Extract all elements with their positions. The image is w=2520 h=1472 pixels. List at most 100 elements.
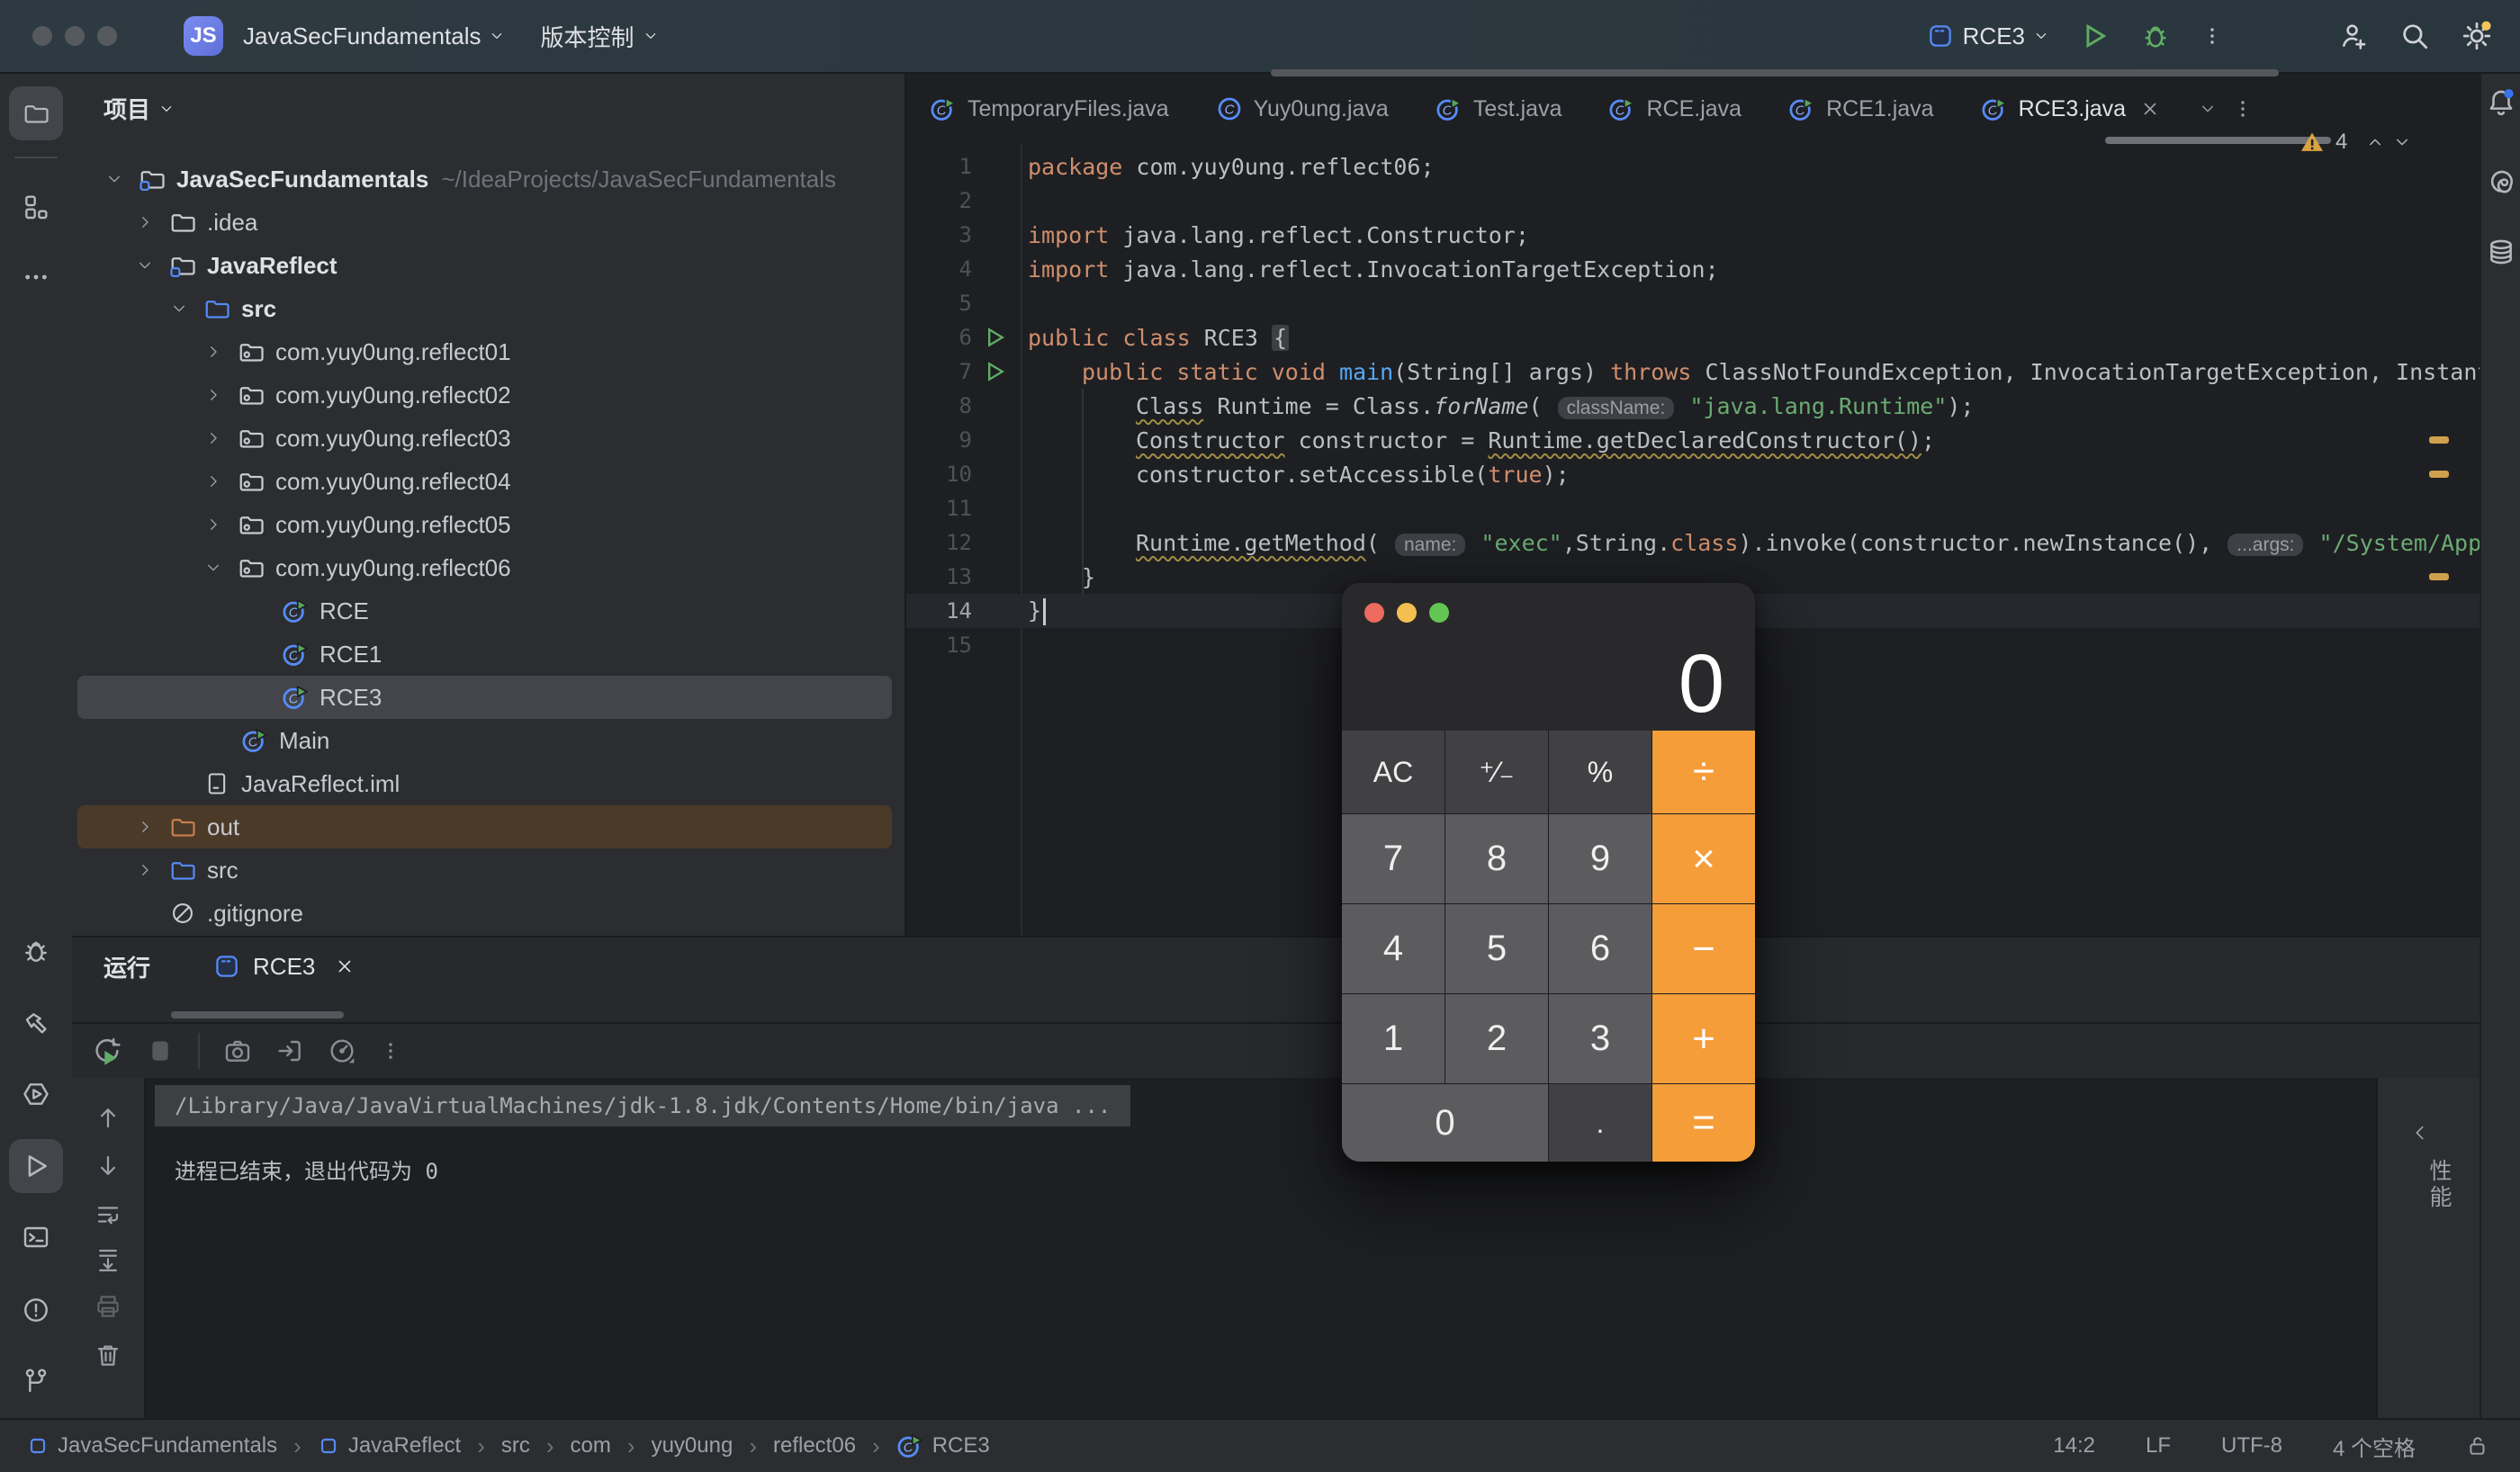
chevron-down-icon[interactable] <box>130 250 160 281</box>
status-indentation[interactable]: 4 个空格 <box>2333 1431 2416 1462</box>
close-icon[interactable] <box>335 956 355 976</box>
console-line[interactable]: /Library/Java/JavaVirtualMachines/jdk-1.… <box>155 1085 1130 1126</box>
breadcrumb-item-src[interactable]: src <box>501 1433 530 1459</box>
console-line[interactable]: 进程已结束，退出代码为 0 <box>155 1148 458 1189</box>
window-minimize-button[interactable] <box>65 26 85 46</box>
scroll-to-end-button[interactable] <box>90 1242 126 1278</box>
calc-button-5[interactable]: 5 <box>1445 904 1548 993</box>
chevron-right-icon[interactable] <box>198 466 229 497</box>
code-line[interactable]: 7public static void main(String[] args) … <box>906 355 2481 389</box>
tree-item-rce1[interactable]: CRCE1 <box>72 633 904 676</box>
tab-temporaryfiles-java[interactable]: CTemporaryFiles.java <box>906 74 1192 144</box>
status-line-ending[interactable]: LF <box>2146 1433 2171 1459</box>
tab-test-java[interactable]: CTest.java <box>1412 74 1586 144</box>
tree-item-com-yuy0ung-reflect03[interactable]: com.yuy0ung.reflect03 <box>72 417 904 460</box>
profiler-button[interactable] <box>328 1037 356 1065</box>
calc-button-percent[interactable]: % <box>1549 731 1652 813</box>
breadcrumb-item-javasecfundamentals[interactable]: JavaSecFundamentals <box>27 1433 277 1459</box>
chevron-right-icon[interactable] <box>198 337 229 367</box>
calc-button-multiply[interactable]: × <box>1652 814 1755 903</box>
chevron-right-icon[interactable] <box>198 509 229 540</box>
chevron-down-icon[interactable] <box>164 293 194 324</box>
calc-button-3[interactable]: 3 <box>1549 994 1652 1083</box>
code-line[interactable]: 6public class RCE3 { <box>906 320 2481 355</box>
strip-button-services[interactable] <box>9 1067 63 1121</box>
more-options-button[interactable] <box>380 1040 401 1062</box>
stop-button[interactable] <box>146 1037 175 1065</box>
attach-button[interactable] <box>275 1037 304 1065</box>
chevron-down-icon[interactable] <box>198 552 229 583</box>
tree-item-com-yuy0ung-reflect05[interactable]: com.yuy0ung.reflect05 <box>72 503 904 546</box>
tab-rce-java[interactable]: CRCE.java <box>1585 74 1765 144</box>
tree-item-out[interactable]: out <box>72 805 904 848</box>
strip-button-structure[interactable] <box>9 180 63 234</box>
code-line[interactable]: 4import java.lang.reflect.InvocationTarg… <box>906 252 2481 286</box>
warning-stripe-mark[interactable] <box>2429 573 2449 580</box>
calc-zoom-button[interactable] <box>1429 603 1449 623</box>
code-line[interactable]: 10constructor.setAccessible(true); <box>906 457 2481 491</box>
prev-occurrence-button[interactable] <box>90 1100 126 1135</box>
notifications-button[interactable] <box>2483 85 2519 121</box>
settings-button[interactable] <box>2461 20 2493 52</box>
tree-item-src[interactable]: src <box>72 287 904 330</box>
calc-button-2[interactable]: 2 <box>1445 994 1548 1083</box>
warning-stripe-mark[interactable] <box>2429 436 2449 444</box>
run-console[interactable]: /Library/Java/JavaVirtualMachines/jdk-1.… <box>72 1078 2376 1420</box>
breadcrumb-item-javareflect[interactable]: JavaReflect <box>318 1433 461 1459</box>
calc-minimize-button[interactable] <box>1397 603 1417 623</box>
run-tab-scrollbar[interactable] <box>171 1011 344 1019</box>
calc-button-7[interactable]: 7 <box>1342 814 1444 903</box>
tree-item-com-yuy0ung-reflect01[interactable]: com.yuy0ung.reflect01 <box>72 330 904 373</box>
calculator-window[interactable]: 0 AC⁺⁄₋%÷789×456−123+0.= <box>1342 583 1755 1162</box>
tree-item-com-yuy0ung-reflect04[interactable]: com.yuy0ung.reflect04 <box>72 460 904 503</box>
snapshot-button[interactable] <box>223 1037 252 1065</box>
tree-item-rce3[interactable]: CRCE3 <box>72 676 904 719</box>
window-close-button[interactable] <box>32 26 52 46</box>
chevron-down-icon[interactable] <box>99 164 130 194</box>
run-gutter-icon[interactable] <box>982 359 1007 384</box>
inspection-widget[interactable]: 4 <box>2300 124 2410 160</box>
breadcrumb-item-yuy0ung[interactable]: yuy0ung <box>652 1433 734 1459</box>
search-everywhere-button[interactable] <box>2399 21 2430 51</box>
tree-item-rce[interactable]: CRCE <box>72 589 904 633</box>
run-tab-rce3[interactable]: RCE3 <box>213 953 355 981</box>
code-line[interactable]: 1package com.yuy0ung.reflect06; <box>906 149 2481 184</box>
code-line[interactable]: 8Class Runtime = Class.forName( classNam… <box>906 389 2481 423</box>
chevron-up-icon[interactable] <box>2367 134 2383 150</box>
next-occurrence-button[interactable] <box>90 1148 126 1184</box>
run-configuration-selector[interactable]: RCE3 <box>1927 22 2048 50</box>
tab-yuy0ung-java[interactable]: CYuy0ung.java <box>1192 74 1412 144</box>
more-actions-button[interactable] <box>2201 25 2223 47</box>
code-line[interactable]: 12Runtime.getMethod( name: "exec",String… <box>906 525 2481 560</box>
window-zoom-button[interactable] <box>97 26 117 46</box>
tab-rce3-java[interactable]: CRCE3.java <box>1958 74 2184 144</box>
calc-button-6[interactable]: 6 <box>1549 904 1652 993</box>
warning-stripe-mark[interactable] <box>2429 471 2449 478</box>
chevron-right-icon[interactable] <box>198 423 229 453</box>
lock-open-icon[interactable] <box>2466 1434 2489 1458</box>
strip-button-more-tool-windows[interactable] <box>9 250 63 304</box>
tab-list-chevron-icon[interactable] <box>2200 101 2216 117</box>
calc-button-subtract[interactable]: − <box>1652 904 1755 993</box>
tree-item-javasecfundamentals[interactable]: JavaSecFundamentals~/IdeaProjects/JavaSe… <box>72 157 904 201</box>
chevron-right-icon[interactable] <box>130 855 160 885</box>
calc-close-button[interactable] <box>1364 603 1384 623</box>
project-menu[interactable]: JavaSecFundamentals <box>243 22 504 50</box>
vcs-menu[interactable]: 版本控制 <box>540 20 657 53</box>
calc-button-9[interactable]: 9 <box>1549 814 1652 903</box>
rerun-button[interactable] <box>92 1036 122 1066</box>
calc-button-0[interactable]: 0 <box>1342 1084 1548 1162</box>
strip-button-version-control[interactable] <box>9 1353 63 1407</box>
breadcrumb-item-com[interactable]: com <box>571 1433 611 1459</box>
tree-item-javareflect-iml[interactable]: JavaReflect.iml <box>72 762 904 805</box>
tree-item-javareflect[interactable]: JavaReflect <box>72 244 904 287</box>
tab-options-icon[interactable] <box>2232 98 2254 120</box>
side-panel-label[interactable]: 性能 <box>2423 1159 2455 1211</box>
code-line[interactable]: 5 <box>906 286 2481 320</box>
chevron-right-icon[interactable] <box>198 380 229 410</box>
clear-console-button[interactable] <box>90 1337 126 1373</box>
calculator-titlebar[interactable]: 0 <box>1342 583 1755 731</box>
calc-button-4[interactable]: 4 <box>1342 904 1444 993</box>
code-line[interactable]: 2 <box>906 184 2481 218</box>
calc-button-8[interactable]: 8 <box>1445 814 1548 903</box>
